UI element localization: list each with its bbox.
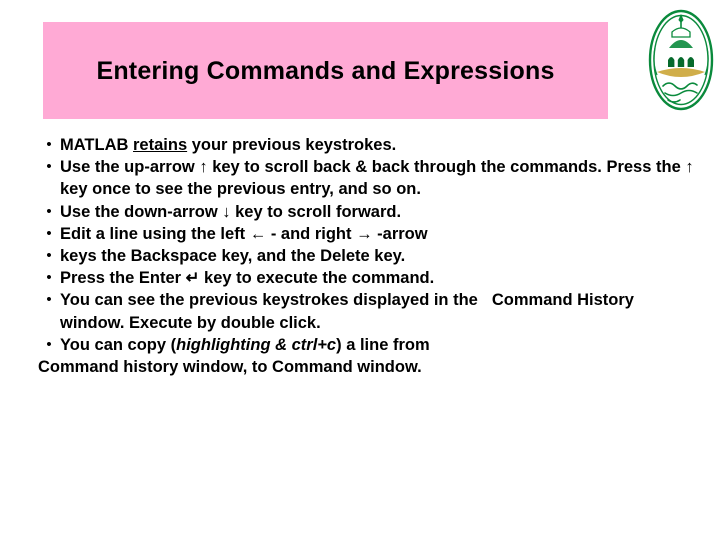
list-item: • Use the down-arrow ↓ key to scroll for… (38, 201, 698, 223)
list-item-text: Edit a line using the left ← - and right… (60, 224, 428, 243)
line1-run-a: MATLAB (60, 136, 134, 154)
slide-body: • MATLAB retains your previous keystroke… (38, 134, 698, 378)
university-crest-logo (648, 8, 714, 112)
list-item-text: keys the Backspace key, and the Delete k… (60, 246, 406, 265)
list-item: • MATLAB retains your previous keystroke… (38, 134, 698, 156)
list-item-text: Use the down-arrow ↓ key to scroll forwa… (60, 202, 402, 221)
list-item: • keys the Backspace key, and the Delete… (38, 245, 698, 267)
bullet-icon: • (46, 335, 52, 353)
bullet-icon: • (46, 269, 52, 287)
body-paragraph: Command history window, to Command windo… (38, 357, 422, 376)
bullet-icon: • (46, 246, 52, 264)
list-item-text: MATLAB retains your previous keystrokes. (60, 134, 698, 156)
list-item: • Use the up-arrow ↑ key to scroll back … (38, 156, 698, 200)
list-item-text: Use the up-arrow ↑ key to scroll back & … (60, 158, 694, 199)
page-title: Entering Commands and Expressions (96, 56, 555, 85)
line7-run-b: Command (491, 291, 573, 310)
line1-run-underlined: retains (133, 136, 188, 154)
line7-run-a: You can see the previous keystrokes disp… (60, 291, 478, 310)
bullet-icon: • (46, 202, 52, 220)
slide-title-banner: Entering Commands and Expressions (43, 22, 608, 119)
slide-canvas: Entering Commands and Expressions • MATL… (0, 0, 720, 540)
line1-run-c: your previous keystrokes. (187, 136, 397, 154)
bullet-icon: • (46, 158, 52, 176)
line8-run-c: ) a line from (336, 335, 430, 354)
line8-run-a: You can copy ( (60, 335, 177, 354)
list-item: • You can see the previous keystrokes di… (38, 289, 698, 333)
list-item-text: Press the Enter ↵ key to execute the com… (60, 269, 435, 288)
bullet-icon: • (46, 291, 52, 309)
list-item: • You can copy (highlighting & ctrl+c) a… (38, 334, 698, 356)
list-item: • Edit a line using the left ← - and rig… (38, 223, 698, 245)
bullet-icon: • (46, 136, 52, 153)
list-item: • Press the Enter ↵ key to execute the c… (38, 267, 698, 289)
line8-run-italic: highlighting & ctrl+c (176, 335, 337, 354)
list-item-text: You can see the previous keystrokes disp… (60, 289, 698, 333)
bullet-icon: • (46, 224, 52, 242)
list-item-text: You can copy (highlighting & ctrl+c) a l… (60, 334, 698, 356)
